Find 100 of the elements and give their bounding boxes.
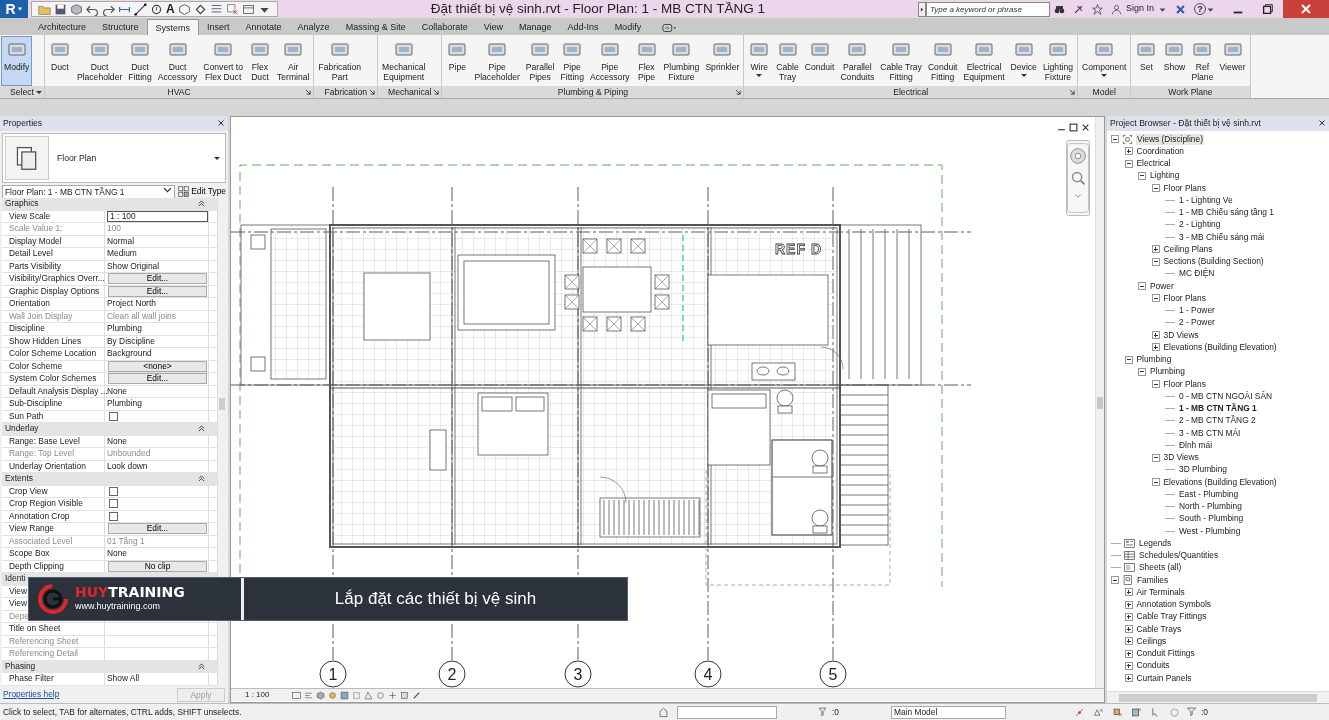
close-icon[interactable]: [217, 119, 225, 127]
tree-item[interactable]: 1 - MB CTN TẦNG 1: [1178, 403, 1258, 415]
ribbon-tab[interactable]: Architecture: [30, 19, 95, 35]
tree-item[interactable]: MC ĐIỆN: [1178, 268, 1216, 280]
ribbon-button[interactable]: Pipe Accessory: [586, 36, 633, 86]
collapse-toggle[interactable]: [1138, 367, 1146, 376]
dialog-launcher-icon[interactable]: [305, 89, 312, 95]
cube-icon[interactable]: [177, 2, 191, 16]
ribbon-tab[interactable]: Massing & Site: [337, 19, 414, 35]
tree-item[interactable]: 1 - Power: [1178, 305, 1216, 317]
scrollbar[interactable]: [217, 198, 226, 686]
edit-type-button[interactable]: Edit Type: [178, 184, 226, 199]
collapse-toggle[interactable]: [1151, 294, 1160, 303]
expand-toggle[interactable]: [1124, 661, 1133, 670]
square-icon[interactable]: [340, 690, 350, 700]
collapse-toggle[interactable]: [1151, 380, 1160, 389]
tree-item[interactable]: Elevations (Building Elevation): [1162, 341, 1278, 353]
ribbon-button[interactable]: Modify: [1, 36, 33, 86]
collapse-toggle[interactable]: [1138, 282, 1146, 291]
ribbon-button[interactable]: Fabrication Part: [315, 36, 364, 86]
expand-toggle[interactable]: [1151, 331, 1160, 340]
expand-toggle[interactable]: [1124, 612, 1133, 621]
checkbox[interactable]: [109, 511, 118, 521]
close-views-icon[interactable]: [225, 2, 239, 16]
checkbox[interactable]: [109, 411, 118, 421]
tree-item[interactable]: 0 - MB CTN NGOÀI SÂN: [1178, 390, 1274, 402]
collapse-toggle[interactable]: [1111, 135, 1119, 144]
tree-item[interactable]: Sheets (all): [1138, 562, 1183, 574]
ribbon-button[interactable]: Set: [1132, 36, 1161, 86]
lines-icon[interactable]: [209, 2, 223, 16]
tree-item[interactable]: Cable Tray Fittings: [1135, 611, 1208, 623]
collapse-toggle[interactable]: [1151, 257, 1160, 266]
filter-icon[interactable]: [817, 706, 828, 718]
tree-item[interactable]: Power: [1149, 280, 1175, 292]
section-header[interactable]: Graphics: [2, 198, 39, 210]
instance-dropdown[interactable]: Floor Plan: 1 - MB CTN TẦNG 1: [2, 184, 176, 199]
navigation-bar[interactable]: [1066, 140, 1090, 216]
ribbon-button[interactable]: Parallel Conduits: [837, 36, 878, 86]
ribbon-button[interactable]: Conduit: [801, 36, 838, 86]
ribbon-button[interactable]: Show: [1160, 36, 1189, 86]
dialog-launcher-icon[interactable]: [369, 89, 375, 95]
collapse-toggle[interactable]: [1151, 184, 1160, 193]
scrollbar[interactable]: [1107, 691, 1329, 703]
tree-item[interactable]: Air Terminals: [1135, 586, 1186, 598]
expand-toggle[interactable]: [1124, 625, 1133, 634]
collapse-icon[interactable]: [198, 475, 205, 482]
help-link[interactable]: Properties help: [3, 688, 60, 701]
tree-item[interactable]: 2 - Lighting: [1178, 219, 1222, 231]
tree-item[interactable]: Elevations (Building Elevation): [1162, 476, 1278, 488]
dialog-launcher-icon[interactable]: [1069, 89, 1075, 95]
tree-item[interactable]: Floor Plans: [1162, 182, 1207, 194]
tree-item[interactable]: Floor Plans: [1162, 292, 1207, 304]
ribbon-button[interactable]: Device: [1007, 36, 1040, 86]
ribbon-button[interactable]: Wire: [745, 36, 774, 86]
slash-icon[interactable]: [412, 690, 422, 700]
dialog-launcher-icon[interactable]: [433, 89, 440, 95]
tree-item[interactable]: 3D Plumbing: [1178, 464, 1228, 476]
tree-item[interactable]: 2 - MB CTN TẦNG 2: [1178, 415, 1257, 427]
frame-icon[interactable]: [292, 690, 302, 700]
ribbon-button[interactable]: Cable Tray: [773, 36, 802, 86]
expand-toggle[interactable]: [1124, 600, 1133, 609]
section-header[interactable]: Phasing: [2, 660, 36, 672]
tree-item[interactable]: 1 - Lighting Ve: [1178, 194, 1234, 206]
tree-item[interactable]: Cable Trays: [1135, 623, 1183, 635]
expand-toggle[interactable]: [1124, 588, 1133, 597]
tree-item[interactable]: 3D Views: [1162, 452, 1200, 464]
text-tool-button[interactable]: A: [166, 3, 175, 15]
tree-item[interactable]: Families: [1136, 574, 1170, 586]
cube-icon[interactable]: [316, 690, 326, 700]
checkbox[interactable]: [109, 486, 118, 496]
ribbon-button[interactable]: Duct Fitting: [125, 36, 155, 86]
expand-toggle[interactable]: [1124, 147, 1133, 156]
ribbon-button[interactable]: Ref Plane: [1188, 36, 1217, 86]
cross-icon[interactable]: [388, 690, 398, 700]
sun-icon[interactable]: [328, 690, 338, 700]
ribbon-button[interactable]: Flex Pipe: [632, 36, 661, 86]
ribbon-button[interactable]: Flex Duct: [246, 36, 274, 86]
diamond-icon[interactable]: [193, 2, 207, 16]
checkbox[interactable]: [109, 499, 118, 509]
tree-item[interactable]: Sections (Building Section): [1162, 256, 1265, 268]
ribbon-toggle-icon[interactable]: [661, 21, 679, 35]
tree-item[interactable]: Plumbing: [1149, 366, 1186, 378]
tree-item[interactable]: Lighting: [1149, 170, 1181, 182]
ribbon-button[interactable]: Conduit Fitting: [924, 36, 961, 86]
expand-toggle[interactable]: [1124, 674, 1133, 683]
tree-item[interactable]: Electrical: [1135, 158, 1172, 170]
expand-toggle[interactable]: [1151, 343, 1160, 352]
collapse-icon[interactable]: [198, 425, 205, 432]
scrollbar[interactable]: [1095, 117, 1104, 688]
tree-item[interactable]: South - Plumbing: [1178, 513, 1245, 525]
property-button[interactable]: No clip: [108, 560, 207, 572]
tree-item[interactable]: Ceilings: [1135, 635, 1168, 647]
house-icon[interactable]: [658, 706, 669, 718]
ribbon-button[interactable]: Pipe Fitting: [557, 36, 587, 86]
ribbon-button[interactable]: Plumbing Fixture: [660, 36, 703, 86]
design-option-dropdown[interactable]: Main Model: [891, 705, 1006, 719]
ribbon-button[interactable]: Viewer: [1216, 36, 1249, 86]
collapse-toggle[interactable]: [1124, 159, 1133, 168]
ribbon-button[interactable]: Mechanical Equipment: [379, 36, 429, 86]
star-icon[interactable]: [1091, 3, 1103, 15]
